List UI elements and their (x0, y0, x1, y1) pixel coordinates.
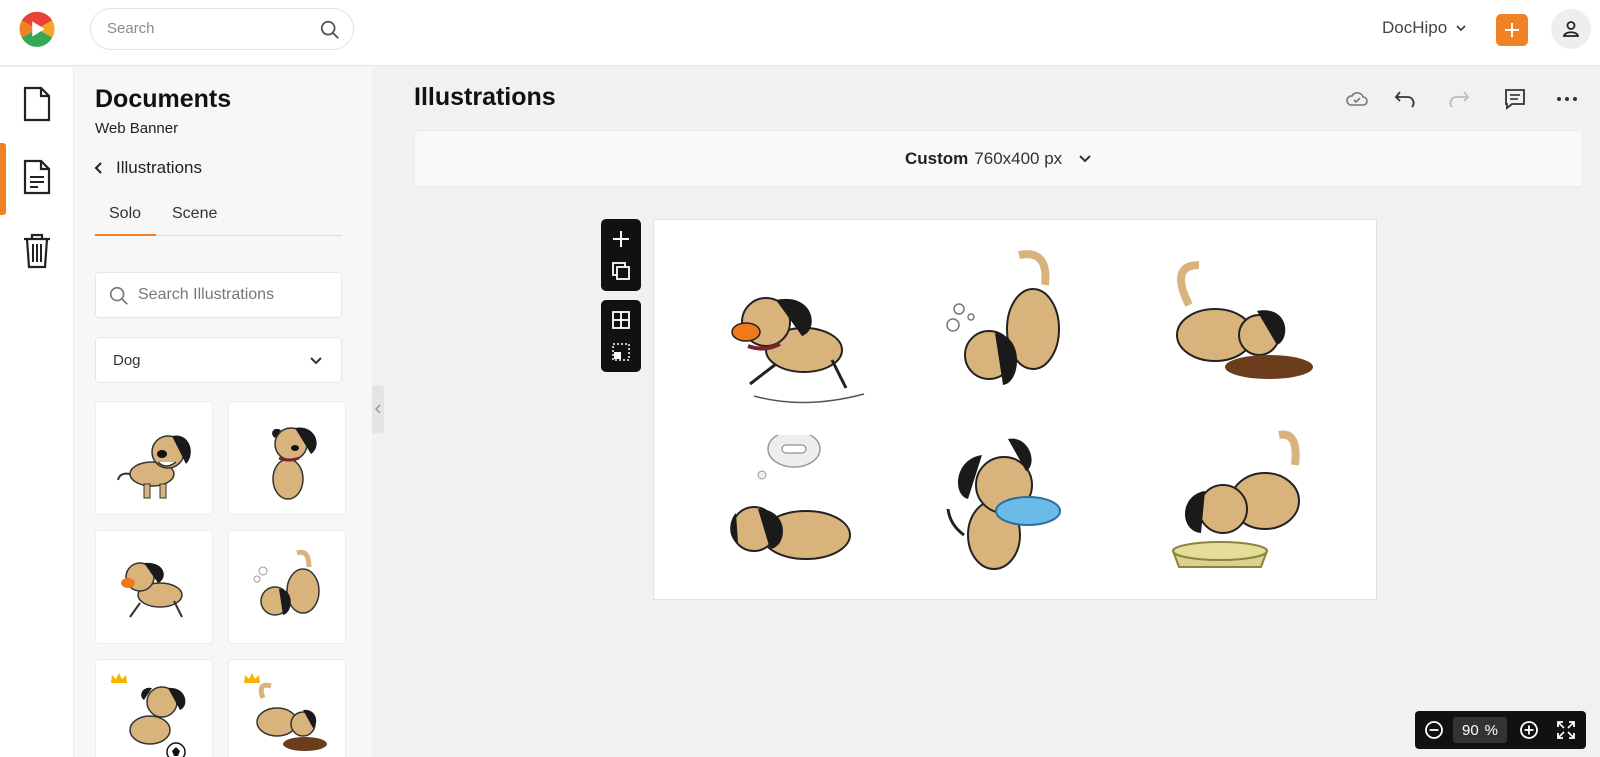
user-icon (1562, 21, 1580, 37)
size-value: 760x400 px (974, 149, 1063, 168)
premium-crown-icon (111, 673, 127, 683)
search-input[interactable] (107, 20, 307, 37)
back-label: Illustrations (116, 158, 202, 177)
canvas-size-selector[interactable]: Custom 760x400 px (905, 149, 1092, 169)
duplicate-icon (612, 262, 630, 280)
panel-subtitle: Web Banner (95, 120, 179, 137)
illustration-thumb[interactable] (228, 401, 346, 515)
trash-icon (24, 233, 50, 269)
dog-frisbee-illustration[interactable] (934, 425, 1074, 585)
illustration-search-input[interactable] (138, 286, 328, 304)
zoom-in-button[interactable] (1518, 719, 1540, 741)
global-search (90, 8, 354, 50)
category-select[interactable]: Dog (95, 337, 342, 383)
zoom-out-icon (1425, 721, 1443, 739)
account-name: DocHipo (1382, 18, 1448, 37)
rail-trash[interactable] (0, 214, 74, 288)
chevron-left-icon (375, 404, 381, 414)
zoom-level[interactable]: 90 % (1453, 717, 1507, 743)
illustration-search (95, 272, 342, 318)
dog-eating-bowl-illustration[interactable] (1149, 425, 1319, 575)
illustration-thumb[interactable] (95, 530, 213, 644)
cloud-save-status[interactable] (1342, 84, 1372, 114)
dog-digging-illustration (256, 682, 327, 751)
plus-icon (1505, 23, 1519, 37)
selection-icon (612, 343, 630, 361)
tab-scene[interactable]: Scene (165, 205, 225, 236)
illustration-thumb[interactable] (228, 530, 346, 644)
panel-collapse-handle[interactable] (372, 385, 384, 433)
canvas-size-bar: Custom 760x400 px (414, 130, 1583, 187)
comments-button[interactable] (1500, 84, 1530, 114)
undo-button[interactable] (1390, 84, 1420, 114)
main-title: Illustrations (414, 83, 556, 111)
category-value: Dog (113, 352, 141, 369)
illustration-thumb[interactable] (95, 659, 213, 757)
rail-documents[interactable] (0, 67, 74, 141)
dog-running-illustration[interactable] (714, 260, 874, 410)
layout-tools-group (601, 300, 641, 372)
add-page-button[interactable] (609, 227, 633, 251)
select-area-button[interactable] (609, 340, 633, 364)
fullscreen-button[interactable] (1555, 719, 1577, 741)
illustration-thumb[interactable] (95, 401, 213, 515)
chevron-down-icon (1456, 25, 1466, 32)
plus-icon (613, 231, 629, 247)
illustration-tabs: Solo Scene (95, 205, 342, 236)
more-options-button[interactable] (1552, 84, 1582, 114)
zoom-in-icon (1520, 721, 1538, 739)
dog-sitting-front-illustration (272, 427, 317, 500)
illustration-thumb[interactable] (228, 659, 346, 757)
dog-sitting-smile-illustration (117, 435, 191, 499)
fullscreen-icon (1557, 721, 1575, 739)
duplicate-page-button[interactable] (609, 259, 633, 283)
premium-crown-icon (244, 673, 260, 683)
left-icon-rail (0, 67, 74, 757)
user-profile-button[interactable] (1551, 9, 1591, 49)
zoom-controls: 90 % (1415, 711, 1586, 749)
undo-icon (1394, 91, 1415, 108)
chevron-down-icon (1079, 155, 1091, 163)
top-bar: DocHipo (0, 0, 1600, 66)
search-icon (109, 286, 128, 305)
rail-templates[interactable] (0, 140, 74, 215)
back-to-illustrations[interactable]: Illustrations (94, 158, 202, 178)
chevron-left-icon (94, 162, 102, 174)
create-button[interactable] (1496, 14, 1528, 46)
zoom-unit: % (1484, 721, 1499, 739)
panel-title: Documents (95, 85, 232, 113)
zoom-value: 90 (1461, 721, 1479, 739)
dog-sleepy-illustration[interactable] (929, 245, 1079, 405)
account-menu[interactable]: DocHipo (1382, 18, 1467, 38)
redo-icon (1449, 91, 1470, 108)
zoom-out-button[interactable] (1423, 719, 1445, 741)
dochipo-logo[interactable] (18, 10, 56, 48)
comment-icon (1505, 89, 1525, 110)
template-icon (23, 159, 51, 195)
cloud-check-icon (1346, 92, 1368, 106)
design-canvas[interactable] (653, 219, 1377, 600)
dog-dreaming-bone-illustration[interactable] (714, 435, 864, 575)
grid-button[interactable] (609, 308, 633, 332)
size-preset: Custom (905, 149, 969, 168)
chevron-down-icon (310, 357, 322, 365)
dog-sleepy-stretch-illustration (253, 549, 320, 616)
redo-button[interactable] (1444, 84, 1474, 114)
illustrations-panel: Documents Web Banner Illustrations Solo … (74, 67, 372, 757)
grid-icon (612, 311, 630, 329)
page-tools-group (601, 219, 641, 291)
document-icon (23, 86, 51, 122)
dog-football-illustration (129, 686, 186, 757)
dog-running-tongue-illustration (121, 562, 183, 618)
dog-digging-illustration[interactable] (1149, 255, 1319, 385)
search-icon[interactable] (319, 19, 341, 41)
tab-solo[interactable]: Solo (95, 205, 156, 236)
more-icon (1557, 97, 1577, 101)
